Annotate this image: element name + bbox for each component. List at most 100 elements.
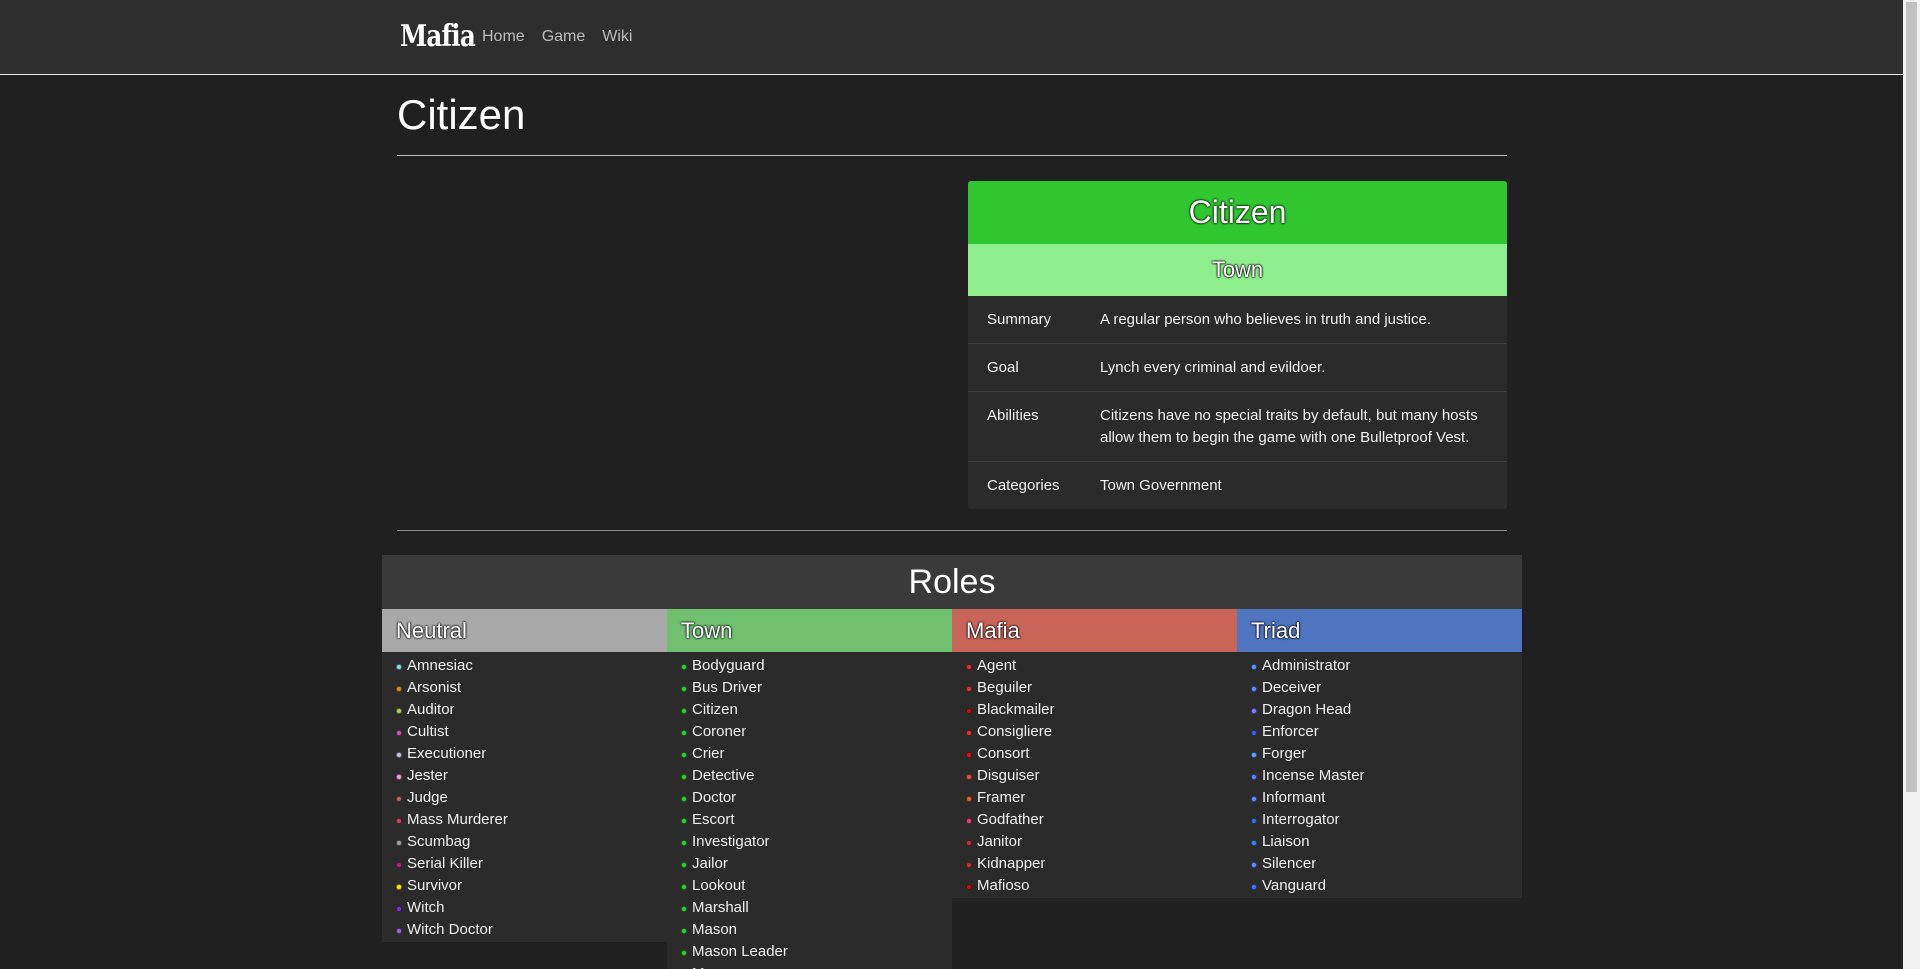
role-list-item[interactable]: Cultist bbox=[396, 721, 667, 743]
role-name: Mass Murderer bbox=[407, 811, 508, 828]
role-list-item[interactable]: Marshall bbox=[681, 897, 952, 919]
nav-link-wiki[interactable]: Wiki bbox=[602, 26, 632, 48]
role-name: Administrator bbox=[1262, 657, 1351, 674]
role-list-item[interactable]: Silencer bbox=[1251, 853, 1522, 875]
role-list-item[interactable]: Citizen bbox=[681, 699, 952, 721]
role-list-item[interactable]: Dragon Head bbox=[1251, 699, 1522, 721]
role-list-item[interactable]: Survivor bbox=[396, 875, 667, 897]
role-list-item[interactable]: Interrogator bbox=[1251, 809, 1522, 831]
role-list-item[interactable]: Kidnapper bbox=[966, 853, 1237, 875]
role-list-item[interactable]: Detective bbox=[681, 765, 952, 787]
role-list-item[interactable]: Witch bbox=[396, 897, 667, 919]
role-name: Coroner bbox=[692, 723, 747, 740]
nav-link-game[interactable]: Game bbox=[542, 26, 586, 48]
role-list: Administrator Deceiver Dragon Head Enforcer… bbox=[1237, 652, 1522, 898]
role-list-item[interactable]: Vanguard bbox=[1251, 875, 1522, 897]
role-list-item[interactable]: Jailor bbox=[681, 853, 952, 875]
role-dot-icon bbox=[1251, 795, 1257, 802]
role-dot-icon bbox=[1251, 663, 1257, 670]
roles-column-header: Triad bbox=[1237, 609, 1522, 652]
role-name: Forger bbox=[1262, 745, 1307, 762]
role-dot-icon bbox=[681, 685, 687, 692]
role-list-item[interactable]: Consort bbox=[966, 743, 1237, 765]
role-name: Vanguard bbox=[1262, 877, 1326, 894]
roles-section: Roles Neutral Amnesiac Arsonist Auditor Cult… bbox=[382, 555, 1522, 969]
role-name: Disguiser bbox=[977, 767, 1040, 784]
role-list-item[interactable]: Mass Murderer bbox=[396, 809, 667, 831]
infobox-row-goal: Goal Lynch every criminal and evildoer. bbox=[968, 344, 1507, 392]
role-list-item[interactable]: Crier bbox=[681, 743, 952, 765]
role-dot-icon bbox=[966, 773, 972, 780]
role-list-item[interactable]: Doctor bbox=[681, 787, 952, 809]
role-name: Enforcer bbox=[1262, 723, 1319, 740]
role-name: Beguiler bbox=[977, 679, 1033, 696]
role-dot-icon bbox=[681, 861, 687, 868]
role-list-item[interactable]: Investigator bbox=[681, 831, 952, 853]
role-list-item[interactable]: Executioner bbox=[396, 743, 667, 765]
role-list-item[interactable]: Mason Leader bbox=[681, 941, 952, 963]
roles-column-triad: Triad Administrator Deceiver Dragon Head Enf… bbox=[1237, 609, 1522, 898]
role-dot-icon bbox=[681, 751, 687, 758]
role-list-item[interactable]: Coroner bbox=[681, 721, 952, 743]
infobox-value[interactable]: Town Government bbox=[1100, 475, 1507, 497]
role-list-item[interactable]: Witch Doctor bbox=[396, 919, 667, 941]
role-list-item[interactable]: Bus Driver bbox=[681, 677, 952, 699]
role-list-item[interactable]: Godfather bbox=[966, 809, 1237, 831]
infobox-row-summary: Summary A regular person who believes in… bbox=[968, 296, 1507, 344]
role-list-item[interactable]: Enforcer bbox=[1251, 721, 1522, 743]
role-list-item[interactable]: Arsonist bbox=[396, 677, 667, 699]
page-scrollbar[interactable] bbox=[1903, 0, 1920, 969]
role-list-item[interactable]: Incense Master bbox=[1251, 765, 1522, 787]
role-list-item[interactable]: Scumbag bbox=[396, 831, 667, 853]
role-list-item[interactable]: Administrator bbox=[1251, 655, 1522, 677]
role-list-item[interactable]: Judge bbox=[396, 787, 667, 809]
role-name: Lookout bbox=[692, 877, 746, 894]
infobox-title: Citizen bbox=[968, 181, 1507, 244]
scrollbar-thumb[interactable] bbox=[1906, 2, 1917, 792]
role-dot-icon bbox=[396, 685, 402, 692]
role-dot-icon bbox=[681, 839, 687, 846]
role-name: Deceiver bbox=[1262, 679, 1322, 696]
role-list-item[interactable]: Informant bbox=[1251, 787, 1522, 809]
role-list-item[interactable]: Jester bbox=[396, 765, 667, 787]
role-dot-icon bbox=[966, 707, 972, 714]
role-dot-icon bbox=[681, 773, 687, 780]
role-dot-icon bbox=[681, 707, 687, 714]
role-name: Mason bbox=[692, 921, 738, 938]
role-list-item[interactable]: Bodyguard bbox=[681, 655, 952, 677]
role-list-item[interactable]: Framer bbox=[966, 787, 1237, 809]
role-dot-icon bbox=[1251, 729, 1257, 736]
role-dot-icon bbox=[681, 905, 687, 912]
role-list-item[interactable]: Mason bbox=[681, 919, 952, 941]
role-name: Mafioso bbox=[977, 877, 1030, 894]
role-list-item[interactable]: Agent bbox=[966, 655, 1237, 677]
role-list-item[interactable]: Mafioso bbox=[966, 875, 1237, 897]
brand-logo[interactable]: Mafia bbox=[400, 17, 476, 57]
role-list-item[interactable]: Escort bbox=[681, 809, 952, 831]
role-dot-icon bbox=[966, 883, 972, 890]
role-name: Consort bbox=[977, 745, 1030, 762]
role-list-item[interactable]: Janitor bbox=[966, 831, 1237, 853]
role-dot-icon bbox=[396, 927, 402, 934]
role-list-item[interactable]: Amnesiac bbox=[396, 655, 667, 677]
role-list-item[interactable]: Auditor bbox=[396, 699, 667, 721]
role-name: Godfather bbox=[977, 811, 1044, 828]
role-list-item[interactable]: Mayor bbox=[681, 963, 952, 969]
role-list-item[interactable]: Beguiler bbox=[966, 677, 1237, 699]
role-list-item[interactable]: Blackmailer bbox=[966, 699, 1237, 721]
role-list-item[interactable]: Lookout bbox=[681, 875, 952, 897]
role-name: Janitor bbox=[977, 833, 1023, 850]
role-name: Survivor bbox=[407, 877, 463, 894]
role-list-item[interactable]: Disguiser bbox=[966, 765, 1237, 787]
role-list-item[interactable]: Forger bbox=[1251, 743, 1522, 765]
nav-link-home[interactable]: Home bbox=[482, 26, 525, 48]
role-list-item[interactable]: Deceiver bbox=[1251, 677, 1522, 699]
role-list-item[interactable]: Consigliere bbox=[966, 721, 1237, 743]
role-name: Serial Killer bbox=[407, 855, 483, 872]
role-list-item[interactable]: Liaison bbox=[1251, 831, 1522, 853]
role-name: Incense Master bbox=[1262, 767, 1365, 784]
role-dot-icon bbox=[681, 729, 687, 736]
role-list-item[interactable]: Serial Killer bbox=[396, 853, 667, 875]
role-name: Interrogator bbox=[1262, 811, 1340, 828]
role-name: Escort bbox=[692, 811, 735, 828]
